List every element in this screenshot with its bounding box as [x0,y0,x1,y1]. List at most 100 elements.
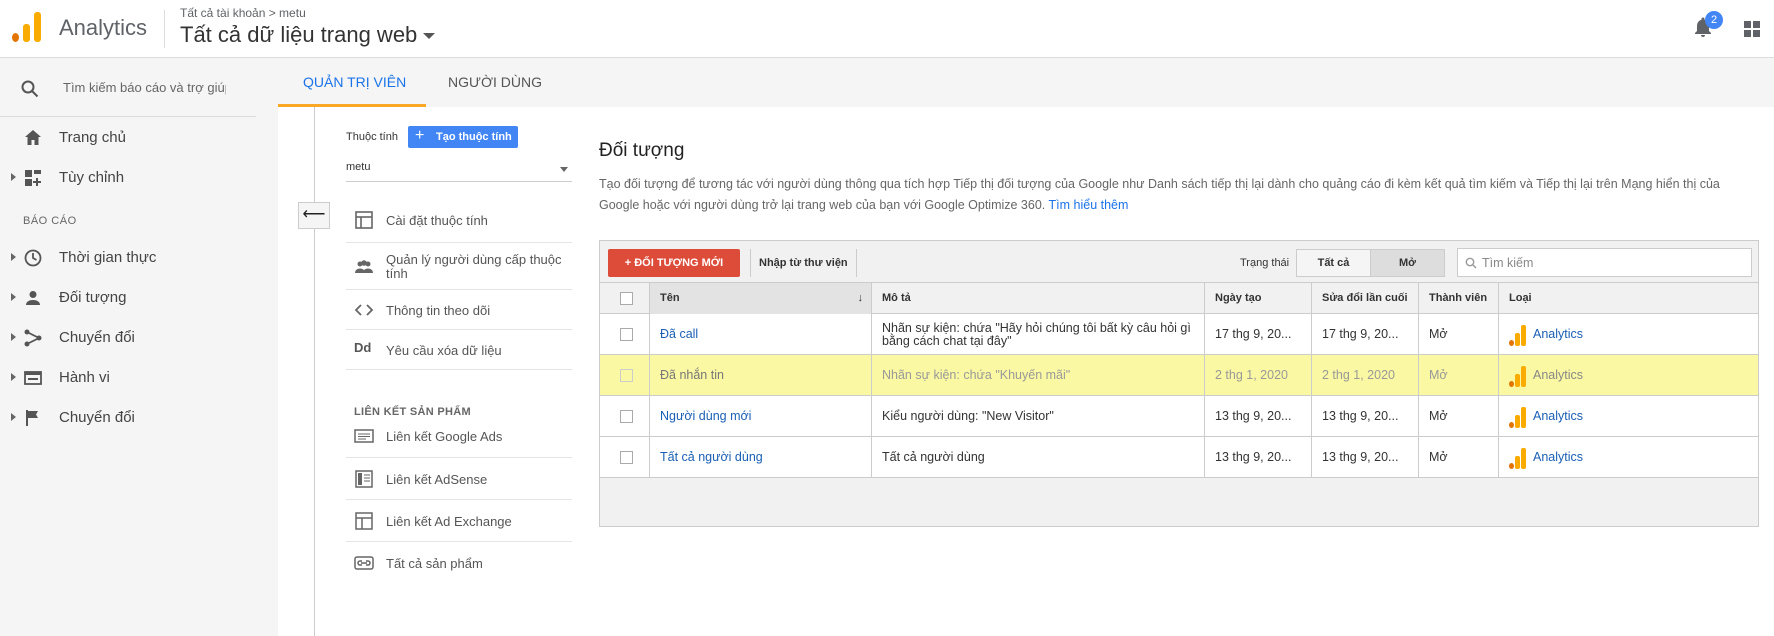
sort-down-icon: ↓ [857,292,864,304]
sidebar-item-acquisition[interactable]: Chuyển đổi [0,320,256,356]
audience-name-link[interactable]: Người dùng mới [649,396,871,437]
analytics-icon [1509,447,1527,469]
new-audience-button[interactable]: + ĐỐI TƯỢNG MỚI [608,249,740,277]
divider [314,107,315,636]
audience-name-link[interactable]: Đã nhắn tin [649,355,871,396]
audience-modified: 2 thg 1, 2020 [1311,355,1418,396]
learn-more-link[interactable]: Tìm hiểu thêm [1049,198,1129,212]
audience-type: Analytics [1498,396,1758,437]
table-search-placeholder: Tìm kiếm [1482,256,1534,270]
audience-type-label: Analytics [1533,450,1584,464]
table-search-input[interactable]: Tìm kiếm [1457,248,1752,277]
menu-item-label: Liên kết AdSense [386,472,488,487]
audience-members: Mở [1418,314,1498,355]
menu-adsense-link[interactable]: Liên kết AdSense [346,458,572,500]
reports-section-label: BÁO CÁO [23,215,77,227]
dd-icon: Dd [354,340,372,355]
table-row[interactable]: Tất cả người dùng Tất cả người dùng 13 t… [600,437,1758,478]
menu-item-label: Yêu cầu xóa dữ liệu [386,343,502,358]
link-icon [354,556,374,570]
view-title: Tất cả dữ liệu trang web [180,22,418,47]
analytics-logo-icon[interactable] [12,12,42,42]
column-header-name[interactable]: Tên ↓ [649,283,871,314]
filter-all-button[interactable]: Tất cả [1296,249,1371,277]
column-label: Tên [660,292,680,304]
create-property-button[interactable]: + Tạo thuộc tính [408,126,518,148]
chevron-right-icon [11,333,16,341]
menu-tracking-info[interactable]: Thông tin theo dõi [346,290,572,330]
menu-ad-exchange-link[interactable]: Liên kết Ad Exchange [346,500,572,542]
sidebar-item-label: Hành vi [59,369,110,386]
menu-user-management[interactable]: Quản lý người dùng cấp thuộc tính [346,243,572,290]
filter-open-button[interactable]: Mở [1370,249,1445,277]
status-label: Trạng thái [1240,257,1290,269]
table-row[interactable]: Đã call Nhãn sự kiện: chứa "Hãy hỏi chún… [600,314,1758,355]
audience-type: Analytics [1498,437,1758,478]
menu-google-ads-link[interactable]: Liên kết Google Ads [346,417,572,458]
audience-description: Tất cả người dùng [871,437,1204,478]
column-header-members[interactable]: Thành viên [1418,283,1498,314]
sidebar-item-label: Trang chủ [59,129,126,146]
sidebar-item-label: Tùy chỉnh [59,169,125,186]
notification-badge: 2 [1705,11,1723,29]
tab-users[interactable]: NGƯỜI DÙNG [448,74,542,90]
audience-name-link[interactable]: Đã call [649,314,871,355]
column-header-modified[interactable]: Sửa đổi lần cuối [1311,283,1418,314]
person-icon [26,291,40,305]
view-selector[interactable]: Tất cả dữ liệu trang web [180,22,436,48]
row-checkbox[interactable] [620,410,633,423]
select-all-checkbox[interactable] [620,292,633,305]
sidebar-item-home[interactable]: Trang chủ [0,120,256,156]
table-row[interactable]: Đã nhắn tin Nhãn sự kiện: chứa "Khuyến m… [600,355,1758,396]
row-checkbox[interactable] [620,328,633,341]
sidebar-item-behavior[interactable]: Hành vi [0,360,256,396]
code-icon [354,304,374,316]
menu-item-label: Tất cả sản phẩm [386,556,483,571]
row-checkbox[interactable] [620,451,633,464]
menu-data-deletion[interactable]: Dd Yêu cầu xóa dữ liệu [346,330,572,370]
sidebar-search[interactable]: Tìm kiếm báo cáo và trợ giúp [0,58,256,117]
sidebar-item-label: Thời gian thực [59,249,157,266]
sidebar-item-label: Chuyển đổi [59,329,135,346]
sidebar-item-conversions[interactable]: Chuyển đổi [0,400,256,436]
create-property-label: Tạo thuộc tính [436,131,512,143]
menu-item-label: Liên kết Google Ads [386,429,503,444]
sidebar-item-customize[interactable]: Tùy chỉnh [0,160,256,196]
property-column: ⟵ Thuộc tính + Tạo thuộc tính metu Cài đ… [278,107,578,636]
menu-property-settings[interactable]: Cài đặt thuộc tính [346,197,572,243]
row-checkbox[interactable] [620,369,633,382]
arrow-left-icon: ⟵ [302,206,326,223]
audience-modified: 17 thg 9, 20... [1311,314,1418,355]
ads-icon [354,429,374,443]
people-icon [355,260,373,273]
apps-grid-icon[interactable] [1744,21,1760,37]
chevron-right-icon [11,173,16,181]
audience-name-link[interactable]: Tất cả người dùng [649,437,871,478]
audience-modified: 13 thg 9, 20... [1311,396,1418,437]
import-from-gallery-link[interactable]: Nhập từ thư viện [750,249,857,277]
search-icon [21,80,39,98]
sidebar: Tìm kiếm báo cáo và trợ giúp Trang chủ T… [0,58,278,636]
breadcrumb[interactable]: Tất cả tài khoản > metu [180,6,306,20]
audience-description: Nhãn sự kiện: chứa "Khuyến mãi" [871,355,1204,396]
audience-type: Analytics [1498,314,1758,355]
menu-item-label: Liên kết Ad Exchange [386,514,512,529]
adsense-icon [355,470,373,488]
chevron-down-icon [560,167,568,172]
tab-admin[interactable]: QUẢN TRỊ VIÊN [303,74,406,90]
table-row[interactable]: Người dùng mới Kiểu người dùng: "New Vis… [600,396,1758,437]
sidebar-item-realtime[interactable]: Thời gian thực [0,240,256,276]
acquisition-icon [24,329,42,347]
column-header-created[interactable]: Ngày tạo [1204,283,1311,314]
menu-all-products[interactable]: Tất cả sản phẩm [346,542,572,584]
collapse-back-button[interactable]: ⟵ [298,202,330,229]
sidebar-item-label: Chuyển đổi [59,409,135,426]
audience-created: 17 thg 9, 20... [1204,314,1311,355]
table-header: Tên ↓ Mô tả Ngày tạo Sửa đổi lần cuối Thà… [600,283,1758,314]
sidebar-item-audience[interactable]: Đối tượng [0,280,256,316]
analytics-icon [1509,365,1527,387]
property-select[interactable]: metu [346,157,572,182]
column-header-description[interactable]: Mô tả [871,283,1204,314]
flag-icon [26,410,38,426]
column-header-type[interactable]: Loại [1498,283,1758,314]
